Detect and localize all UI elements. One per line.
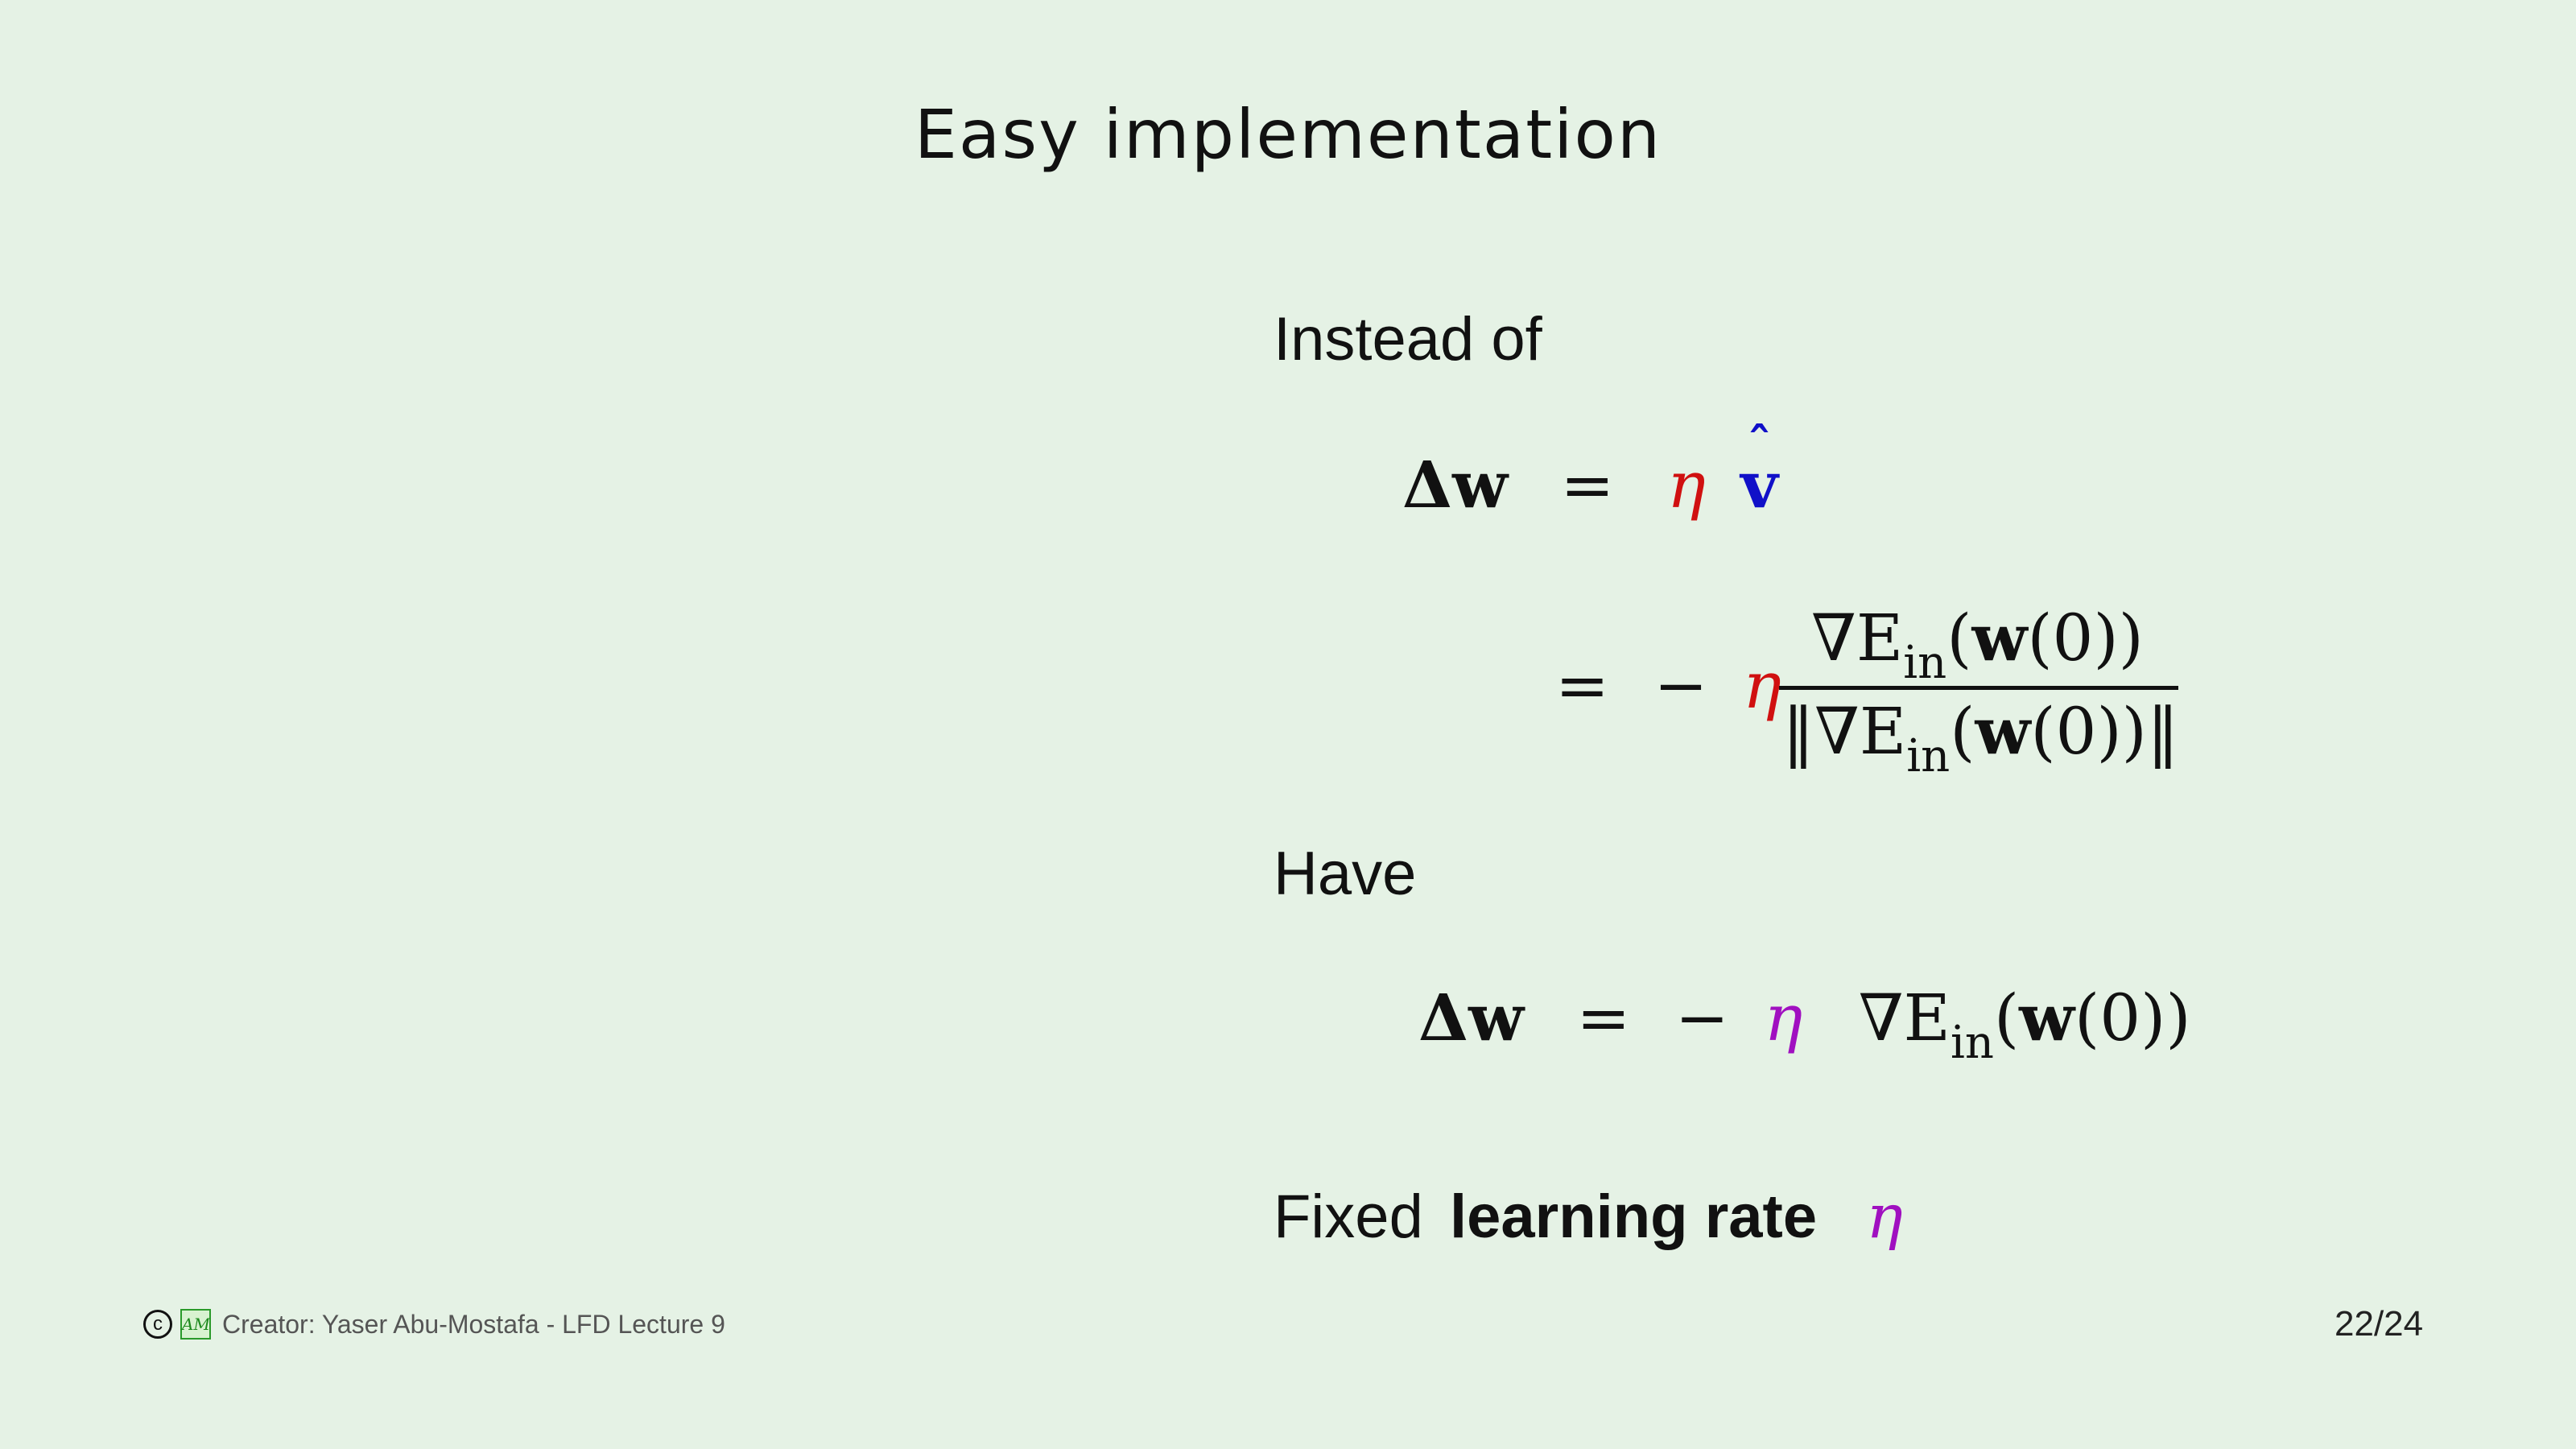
subscript-in: in bbox=[1906, 730, 1951, 782]
fixed-prefix: Fixed bbox=[1274, 1183, 1423, 1251]
subscript-in: in bbox=[1950, 1017, 1994, 1069]
minus-sign: − bbox=[1653, 648, 1708, 723]
footer: c AM Creator: Yaser Abu-Mostafa - LFD Le… bbox=[143, 1309, 725, 1340]
fraction-denominator: ‖∇Ein(w(0))‖ bbox=[1782, 699, 2179, 779]
delta-w: Δw bbox=[1418, 980, 1524, 1055]
page-number: 22/24 bbox=[2334, 1304, 2424, 1344]
w-vector: w bbox=[1971, 600, 2028, 675]
arg-zero-norm: (0))‖ bbox=[2030, 694, 2179, 769]
norm-nabla-e: ‖∇E bbox=[1782, 694, 1907, 769]
equation-2-lhs: = − η bbox=[1555, 654, 1781, 718]
fraction-bar bbox=[1779, 686, 2178, 690]
slide-title: Easy implementation bbox=[914, 95, 1662, 174]
slide: Easy implementation Instead of Δw = η ˆ … bbox=[0, 0, 2576, 1449]
learning-rate-bold: learning rate bbox=[1449, 1183, 1818, 1251]
equals-sign: = bbox=[1560, 448, 1615, 522]
instead-of-label: Instead of bbox=[1274, 305, 1542, 374]
equals-sign: = bbox=[1576, 980, 1631, 1055]
eta-symbol: η bbox=[1764, 980, 1803, 1055]
copyright-icon: c bbox=[143, 1310, 172, 1339]
nabla-e: ∇E bbox=[1858, 980, 1951, 1055]
v-hat: ˆ v bbox=[1740, 422, 1777, 517]
w-vector: w bbox=[2019, 980, 2075, 1055]
subscript-in: in bbox=[1903, 637, 1947, 689]
eta-symbol: η bbox=[1742, 648, 1781, 723]
have-label: Have bbox=[1274, 840, 1417, 908]
fraction-numerator: ∇Ein(w(0)) bbox=[1811, 605, 2144, 686]
creator-text: Creator: Yaser Abu-Mostafa - LFD Lecture… bbox=[222, 1309, 725, 1339]
arg-zero: (0)) bbox=[2074, 980, 2191, 1055]
paren: ( bbox=[1946, 601, 1972, 675]
equation-3: Δw = − η ∇Ein(w(0)) bbox=[1418, 985, 2191, 1066]
paren: ( bbox=[1950, 694, 1975, 769]
fixed-learning-rate: Fixed learning rate η bbox=[1274, 1180, 1903, 1252]
equation-1: Δw = η ˆ v bbox=[1402, 422, 1778, 518]
hat-accent: ˆ bbox=[1747, 418, 1772, 474]
eta-symbol: η bbox=[1866, 1180, 1903, 1252]
paren: ( bbox=[1993, 980, 2020, 1055]
equals-sign: = bbox=[1555, 648, 1610, 723]
arg-zero: (0)) bbox=[2027, 601, 2144, 675]
minus-sign: − bbox=[1674, 980, 1729, 1055]
w-vector: w bbox=[1975, 693, 2031, 769]
logo-icon: AM bbox=[180, 1309, 211, 1340]
nabla-e: ∇E bbox=[1811, 601, 1904, 675]
delta-w: Δw bbox=[1402, 447, 1508, 522]
eta-symbol: η bbox=[1666, 448, 1706, 522]
